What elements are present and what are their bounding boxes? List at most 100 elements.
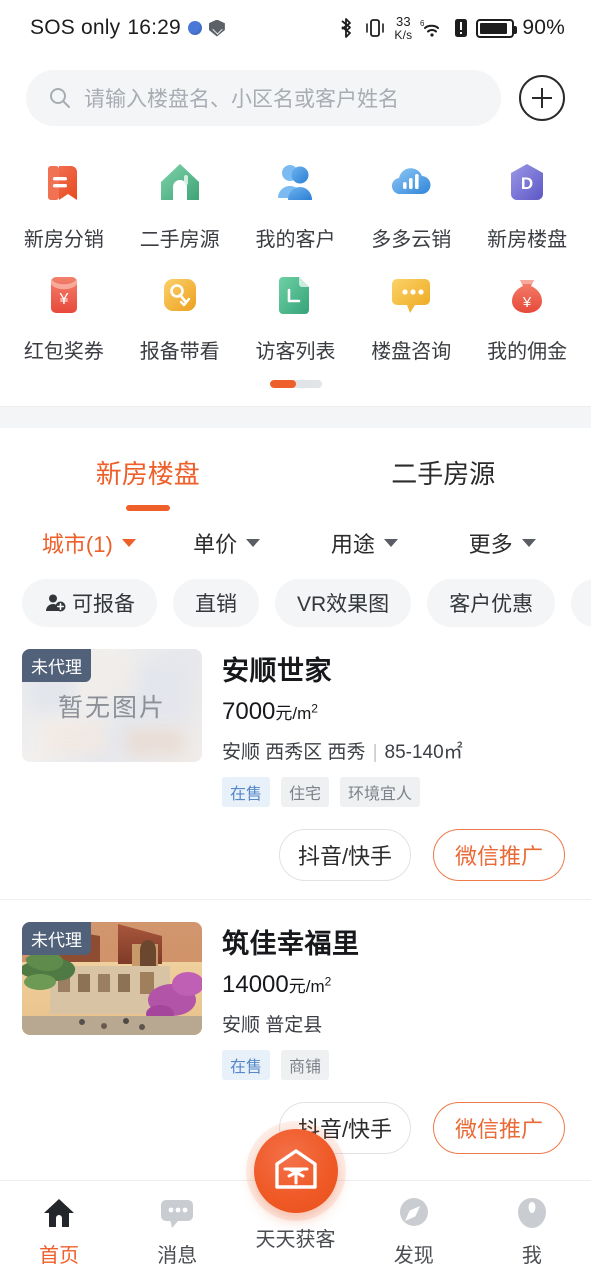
filter-usage[interactable]: 用途	[296, 527, 434, 559]
chevron-down-icon	[521, 539, 536, 547]
grid-item-wodeyongjin[interactable]: ¥ 我的佣金	[469, 266, 585, 364]
listing-card[interactable]: 未代理 暂无图片 安顺世家 7000元/m2 安顺 西秀区 西秀 | 85-14…	[0, 627, 591, 899]
nav-item-label: 我	[521, 1245, 542, 1267]
document-icon	[35, 154, 93, 212]
filter-city[interactable]: 城市(1)	[20, 527, 158, 559]
clock-label: 16:29	[127, 16, 181, 39]
listing-price: 14000元/m2	[222, 971, 569, 999]
listing-actions: 抖音/快手 微信推广	[22, 829, 569, 881]
grid-item-label: 新房分销	[23, 229, 104, 251]
grid-item-label: 二手房源	[139, 229, 220, 251]
chip-label: 直销	[195, 593, 237, 616]
grid-item-hongbaojiangquan[interactable]: ¥ 红包奖券	[6, 266, 122, 364]
nav-item-label: 天天获客	[255, 1229, 336, 1251]
vibrate-icon	[364, 16, 386, 40]
bottom-navigation: 首页 消息 天天获客 发现 我	[0, 1129, 591, 1280]
listing-thumbnail[interactable]: 未代理	[22, 922, 202, 1035]
chip-label: 客户优惠	[449, 593, 534, 616]
grid-item-label: 红包奖券	[23, 341, 104, 363]
quick-actions-section: 新房分销 二手房源 我的客户 多多云销 D 新房楼盘 ¥ 红包奖券 报备带看 访…	[0, 144, 591, 388]
svg-text:D: D	[521, 174, 533, 193]
badge-check-icon	[151, 266, 209, 324]
grid-item-loupanzixun[interactable]: 楼盘咨询	[353, 266, 469, 364]
status-bar-right: 33 K/s 6 90%	[336, 15, 565, 41]
search-placeholder: 请输入楼盘名、小区名或客户姓名	[84, 88, 399, 111]
filter-label: 用途	[330, 532, 375, 557]
chip-zhixiao[interactable]: 直销	[173, 579, 259, 627]
plus-circle-icon[interactable]	[519, 75, 565, 121]
pager-track	[269, 380, 322, 388]
grid-item-label: 多多云销	[371, 229, 452, 251]
grid-item-baobeidaikan[interactable]: 报备带看	[122, 266, 238, 364]
chat-bubble-icon	[382, 266, 440, 324]
filter-label: 更多	[468, 532, 513, 557]
grid-item-label: 访客列表	[255, 341, 336, 363]
grid-item-xinfangfenxiao[interactable]: 新房分销	[6, 154, 122, 252]
listing-title: 安顺世家	[222, 656, 332, 686]
nav-item-profile[interactable]: 我	[473, 1181, 591, 1268]
nav-item-label: 发现	[393, 1245, 434, 1267]
tab-label: 二手房源	[391, 459, 496, 489]
nav-item-messages[interactable]: 消息	[118, 1181, 236, 1268]
grid-item-xinfangloupan[interactable]: D 新房楼盘	[469, 154, 585, 252]
listing-info: 安顺世家 7000元/m2 安顺 西秀区 西秀 | 85-140㎡ 在售 住宅 环境…	[222, 649, 569, 807]
chevron-down-icon	[383, 539, 398, 547]
wechat-promote-button[interactable]: 微信推广	[433, 829, 565, 881]
listing-tag: 在售	[222, 1050, 271, 1080]
grid-item-wodekehu[interactable]: 我的客户	[238, 154, 354, 252]
listing-price-value: 7000	[222, 698, 276, 725]
svg-text:¥: ¥	[522, 294, 532, 311]
wifi-icon: 6	[420, 17, 446, 39]
listing-price-value: 14000	[222, 971, 289, 998]
search-input[interactable]: 请输入楼盘名、小区名或客户姓名	[26, 70, 501, 126]
pager-active-segment	[269, 380, 296, 388]
network-speed-unit: K/s	[394, 28, 413, 42]
status-badge: 未代理	[22, 922, 91, 955]
chip-vr[interactable]: VR效果图	[275, 579, 412, 627]
price-unit-sup: 2	[311, 701, 318, 716]
filter-chip-row[interactable]: 可报备 直销 VR效果图 客户优惠 现金券 福	[0, 559, 591, 627]
svg-text:6: 6	[420, 19, 425, 28]
listing-address-row: 安顺 普定县	[222, 1010, 569, 1037]
shield-icon	[208, 19, 225, 37]
person-add-icon	[44, 592, 66, 614]
status-bar-left: SOS only 16:29	[30, 16, 225, 40]
filter-unit-price[interactable]: 单价	[158, 527, 296, 559]
house-seal-icon[interactable]	[253, 1129, 338, 1213]
tab-xinfangloupan[interactable]: 新房楼盘	[0, 454, 296, 511]
message-icon	[157, 1193, 197, 1233]
nav-item-discover[interactable]: 发现	[355, 1181, 473, 1268]
filter-more[interactable]: 更多	[433, 527, 571, 559]
listing-price-unit: 元/m2	[275, 701, 318, 723]
bluetooth-icon	[336, 16, 356, 40]
listing-tags: 在售 商铺	[222, 1050, 569, 1080]
tab-ershoufangyuan[interactable]: 二手房源	[296, 454, 591, 491]
chevron-down-icon	[121, 539, 136, 547]
wechat-promote-button[interactable]: 微信推广	[433, 1102, 565, 1154]
nav-item-home[interactable]: 首页	[0, 1181, 118, 1268]
compass-icon	[394, 1193, 434, 1233]
listing-address: 安顺 西秀区 西秀	[222, 742, 366, 763]
network-speed-value: 33	[395, 14, 411, 29]
listing-thumbnail[interactable]: 未代理 暂无图片	[22, 649, 202, 762]
grid-item-label: 我的客户	[255, 229, 336, 251]
price-unit-text: 元/m	[288, 977, 325, 996]
grid-item-duoduoyunxiao[interactable]: 多多云销	[353, 154, 469, 252]
chip-xianjinquan[interactable]: 现金券	[571, 579, 591, 627]
grid-item-ershoufangyuan[interactable]: 二手房源	[122, 154, 238, 252]
carrier-label: SOS only	[30, 16, 121, 39]
listing-main: 未代理 暂无图片 安顺世家 7000元/m2 安顺 西秀区 西秀 | 85-14…	[22, 649, 569, 807]
grid-page-indicator[interactable]	[0, 380, 591, 388]
search-icon	[48, 86, 72, 110]
chip-kehuyouhui[interactable]: 客户优惠	[427, 579, 556, 627]
quick-actions-grid: 新房分销 二手房源 我的客户 多多云销 D 新房楼盘 ¥ 红包奖券 报备带看 访…	[0, 154, 591, 364]
home-icon	[39, 1193, 79, 1233]
chip-kebaobei[interactable]: 可报备	[22, 579, 157, 627]
filter-bar: 城市(1) 单价 用途 更多	[0, 527, 591, 559]
grid-item-fangkelibiao[interactable]: 访客列表	[238, 266, 354, 364]
douyin-kuaishou-button[interactable]: 抖音/快手	[279, 829, 411, 881]
listing-tag: 商铺	[281, 1050, 330, 1080]
listing-tabs: 新房楼盘 二手房源	[0, 428, 591, 511]
listing-info: 筑佳幸福里 14000元/m2 安顺 普定县 在售 商铺	[222, 922, 569, 1080]
profile-icon	[512, 1193, 552, 1233]
